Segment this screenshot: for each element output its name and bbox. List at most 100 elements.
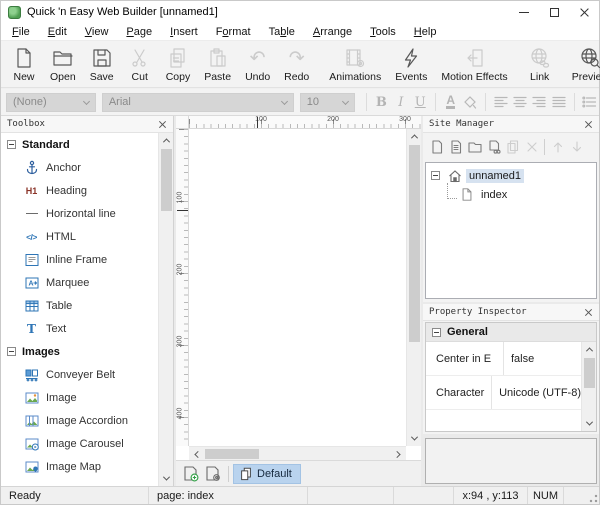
close-button[interactable] bbox=[569, 1, 599, 23]
toolbox-item-horizontal-line[interactable]: Horizontal line bbox=[1, 202, 158, 225]
bullet-list-icon bbox=[581, 94, 597, 110]
scroll-down-button[interactable] bbox=[407, 431, 422, 446]
tab-default[interactable]: Default bbox=[233, 464, 301, 484]
menu-item-insert[interactable]: Insert bbox=[161, 26, 207, 38]
cut-button[interactable]: Cut bbox=[121, 42, 159, 86]
menu-item-edit[interactable]: Edit bbox=[39, 26, 76, 38]
redo-button[interactable]: ↷ Redo bbox=[277, 42, 316, 86]
collapse-toggle-icon[interactable] bbox=[7, 140, 16, 149]
collapse-toggle-icon[interactable] bbox=[7, 347, 16, 356]
toolbox-item-image-map[interactable]: Image Map bbox=[1, 455, 158, 478]
bullet-list-button[interactable] bbox=[580, 92, 599, 112]
toolbox-item-table[interactable]: Table bbox=[1, 294, 158, 317]
add-view-button[interactable] bbox=[180, 464, 202, 484]
scrollbar-thumb[interactable] bbox=[161, 149, 172, 211]
property-section-general[interactable]: General bbox=[426, 323, 596, 342]
toolbox-item-heading[interactable]: H1 Heading bbox=[1, 179, 158, 202]
clone-page-button[interactable] bbox=[503, 137, 522, 156]
collapse-toggle-icon[interactable] bbox=[432, 328, 441, 337]
scroll-up-button[interactable] bbox=[159, 133, 174, 148]
tree-item-index[interactable]: index bbox=[426, 185, 596, 204]
align-center-button[interactable] bbox=[510, 92, 529, 112]
toolbox-item-conveyer-belt[interactable]: Conveyer Belt bbox=[1, 363, 158, 386]
scroll-up-button[interactable] bbox=[407, 129, 422, 144]
motion-effects-button[interactable]: Motion Effects bbox=[434, 42, 514, 86]
undo-button[interactable]: ↶ Undo bbox=[238, 42, 277, 86]
page-properties-button[interactable] bbox=[446, 137, 465, 156]
toolbox-item-html[interactable]: </> HTML bbox=[1, 225, 158, 248]
maximize-button[interactable] bbox=[539, 1, 569, 23]
property-inspector-panel: Property Inspector General Center in E f… bbox=[423, 304, 599, 434]
new-folder-button[interactable] bbox=[465, 137, 484, 156]
canvas-vertical-scrollbar[interactable] bbox=[406, 129, 421, 446]
delete-page-button[interactable] bbox=[522, 137, 541, 156]
paste-button[interactable]: Paste bbox=[197, 42, 238, 86]
toolbox-item-image-accordion[interactable]: Image Accordion bbox=[1, 409, 158, 432]
collapse-toggle-icon[interactable] bbox=[431, 171, 440, 180]
new-page-button[interactable] bbox=[427, 137, 446, 156]
close-icon[interactable] bbox=[158, 120, 167, 129]
scroll-down-button[interactable] bbox=[582, 416, 597, 431]
property-row[interactable]: Center in E false bbox=[426, 342, 581, 376]
new-button[interactable]: New bbox=[5, 42, 43, 86]
property-value[interactable]: false bbox=[504, 353, 534, 365]
page-canvas[interactable] bbox=[189, 129, 406, 446]
menu-item-arrange[interactable]: Arrange bbox=[304, 26, 361, 38]
toolbox-item-marquee[interactable]: A Marquee bbox=[1, 271, 158, 294]
property-scrollbar[interactable] bbox=[581, 342, 596, 431]
property-value[interactable]: Unicode (UTF-8) bbox=[492, 387, 581, 399]
events-button[interactable]: Events bbox=[388, 42, 434, 86]
property-row[interactable]: Character Unicode (UTF-8) bbox=[426, 376, 581, 410]
close-icon[interactable] bbox=[584, 120, 593, 129]
preview-button[interactable]: Preview bbox=[565, 42, 600, 86]
style-select[interactable]: (None) bbox=[6, 93, 96, 112]
highlight-color-button[interactable] bbox=[460, 92, 479, 112]
canvas-horizontal-scrollbar[interactable] bbox=[189, 446, 406, 460]
font-color-button[interactable]: A bbox=[441, 92, 460, 112]
move-down-button[interactable] bbox=[567, 137, 586, 156]
toolbox-section-standard[interactable]: Standard bbox=[1, 133, 158, 156]
toolbox-item-text[interactable]: T Text bbox=[1, 317, 158, 340]
save-button[interactable]: Save bbox=[83, 42, 121, 86]
link-button[interactable]: Link bbox=[521, 42, 559, 86]
view-settings-button[interactable] bbox=[202, 464, 224, 484]
menu-item-tools[interactable]: Tools bbox=[361, 26, 405, 38]
align-justify-button[interactable] bbox=[549, 92, 568, 112]
toolbox-item-image-carousel[interactable]: Image Carousel bbox=[1, 432, 158, 455]
scroll-up-button[interactable] bbox=[582, 342, 597, 357]
scrollbar-thumb[interactable] bbox=[584, 358, 595, 388]
scroll-right-button[interactable] bbox=[391, 447, 406, 461]
bold-button[interactable]: B bbox=[372, 92, 391, 112]
toolbox-section-images[interactable]: Images bbox=[1, 340, 158, 363]
scrollbar-thumb[interactable] bbox=[409, 145, 420, 342]
scroll-down-button[interactable] bbox=[159, 471, 174, 486]
menu-item-file[interactable]: File bbox=[3, 26, 39, 38]
page-link-button[interactable] bbox=[484, 137, 503, 156]
resize-grip[interactable] bbox=[564, 487, 599, 504]
menu-item-table[interactable]: Table bbox=[260, 26, 304, 38]
copy-button[interactable]: Copy bbox=[159, 42, 198, 86]
menu-item-help[interactable]: Help bbox=[405, 26, 446, 38]
toolbox-item-image[interactable]: Image bbox=[1, 386, 158, 409]
menu-item-format[interactable]: Format bbox=[207, 26, 260, 38]
align-left-button[interactable] bbox=[491, 92, 510, 112]
toolbox-item-anchor[interactable]: Anchor bbox=[1, 156, 158, 179]
paste-icon bbox=[206, 45, 230, 70]
italic-button[interactable]: I bbox=[391, 92, 410, 112]
underline-button[interactable]: U bbox=[411, 92, 430, 112]
animations-button[interactable]: Animations bbox=[322, 42, 388, 86]
font-select[interactable]: Arial bbox=[102, 93, 294, 112]
open-button[interactable]: Open bbox=[43, 42, 83, 86]
scrollbar-thumb[interactable] bbox=[205, 449, 259, 459]
minimize-button[interactable] bbox=[509, 1, 539, 23]
toolbox-scrollbar[interactable] bbox=[158, 133, 173, 486]
menu-item-view[interactable]: View bbox=[76, 26, 118, 38]
close-icon[interactable] bbox=[584, 308, 593, 317]
align-right-button[interactable] bbox=[530, 92, 549, 112]
copy-icon bbox=[166, 45, 190, 70]
move-up-button[interactable] bbox=[548, 137, 567, 156]
toolbox-item-inline-frame[interactable]: Inline Frame bbox=[1, 248, 158, 271]
menu-item-page[interactable]: Page bbox=[117, 26, 161, 38]
scroll-left-button[interactable] bbox=[189, 447, 204, 461]
font-size-select[interactable]: 10 bbox=[300, 93, 355, 112]
